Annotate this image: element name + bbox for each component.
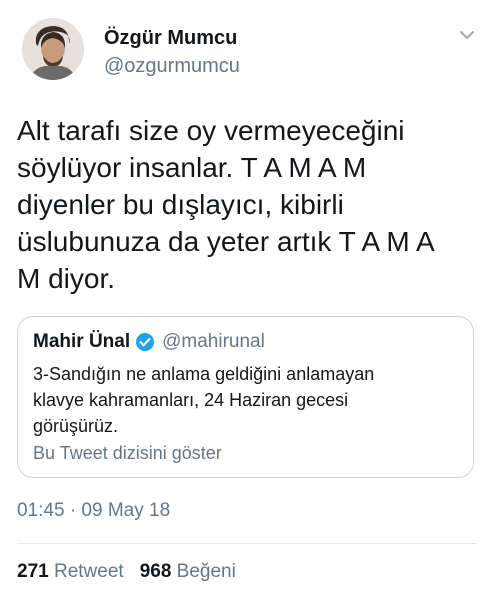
tweet-timestamp[interactable]: 01:45 · 09 May 18 [17, 500, 170, 522]
quoted-tweet-text: 3-Sandığın ne anlama geldiğini anlamayan… [33, 364, 375, 436]
author-handle[interactable]: @ozgurmumcu [104, 53, 240, 79]
quoted-tweet[interactable]: Mahir Ünal @mahirunal 3-Sandığın ne anla… [17, 316, 474, 478]
likes-label: Beğeni [176, 561, 236, 582]
tweet-stats: 271 Retweet 968 Beğeni [17, 561, 252, 583]
likes-stat[interactable]: 968 Beğeni [140, 561, 236, 583]
retweets-label: Retweet [53, 561, 124, 582]
quoted-author-handle: @mahirunal [162, 331, 265, 352]
likes-count: 968 [139, 561, 172, 582]
author-name[interactable]: Özgür Mumcu [104, 26, 240, 50]
verified-badge-icon [136, 333, 155, 351]
chevron-down-icon[interactable] [456, 24, 478, 46]
show-thread-link[interactable]: Bu Tweet dizisini göster [33, 443, 222, 464]
divider [17, 543, 477, 544]
tweet-header: Özgür Mumcu @ozgurmumcu [22, 18, 482, 88]
avatar[interactable] [22, 18, 84, 80]
retweets-count: 271 [17, 561, 49, 582]
quoted-author-name: Mahir Ünal [33, 331, 131, 352]
tweet-text: Alt tarafı size oy vermeyeceğini söylüyo… [17, 115, 435, 294]
retweets-stat[interactable]: 271 Retweet [17, 561, 124, 583]
